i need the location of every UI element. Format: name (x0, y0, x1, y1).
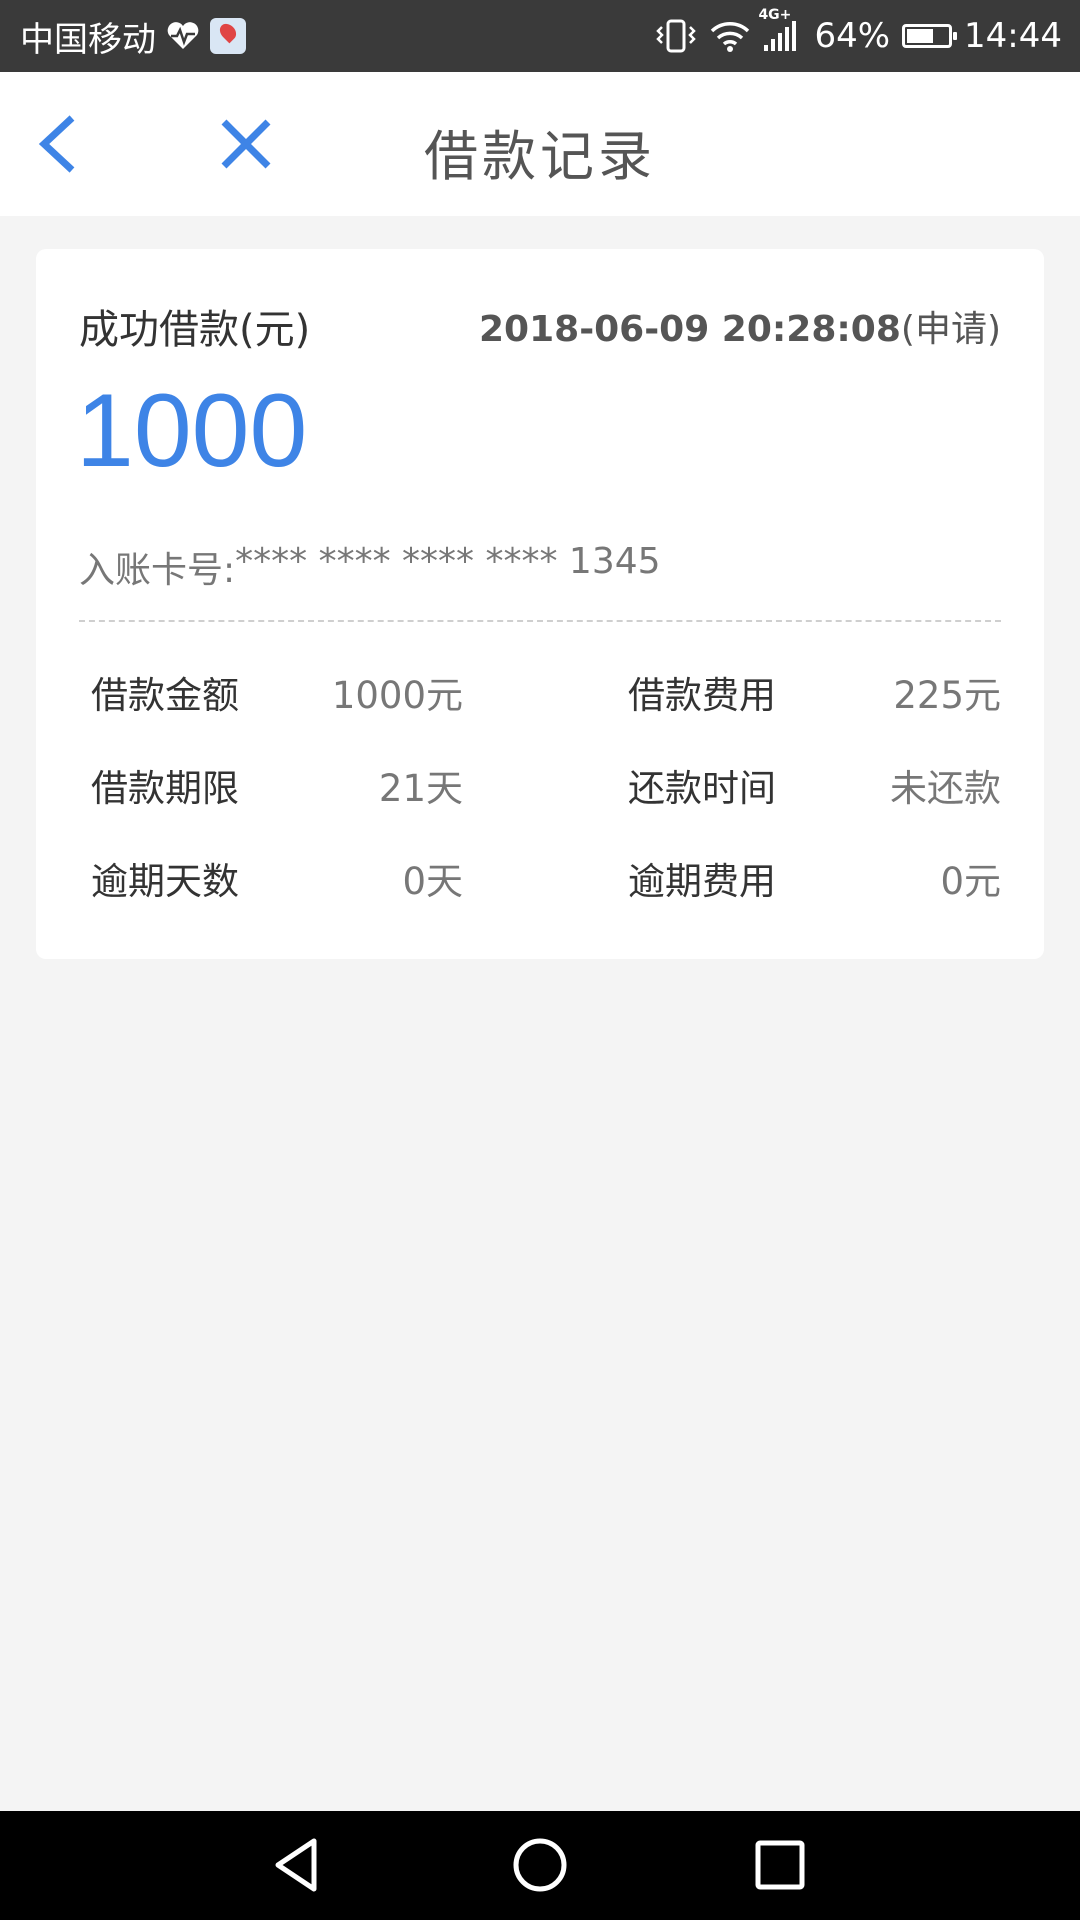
loan-record-card[interactable]: 成功借款(元) 2018-06-09 20:28:08(申请) 1000 入账卡… (36, 249, 1044, 959)
network-badge: 4G+ (758, 7, 792, 23)
detail-label: 还款时间 (628, 767, 776, 810)
wifi-icon (710, 19, 750, 53)
detail-value: 1000元 (331, 674, 463, 717)
detail-item-loan-term: 借款期限 21天 (91, 758, 463, 812)
account-label: 入账卡号: (79, 550, 236, 591)
detail-value: 0元 (940, 860, 1001, 903)
status-bar-left: 中国移动 (20, 12, 246, 61)
system-back-button[interactable] (268, 1833, 332, 1897)
detail-item-loan-fee: 借款费用 225元 (628, 665, 1001, 719)
detail-label: 逾期天数 (91, 860, 239, 903)
loan-details: 借款金额 1000元 借款费用 225元 借款期限 21天 还款时间 未还款 逾… (91, 665, 1001, 944)
heart-rate-icon (166, 21, 200, 51)
loan-datetime: 2018-06-09 20:28:08 (479, 309, 901, 350)
recents-square-icon (755, 1840, 805, 1890)
detail-value: 225元 (893, 674, 1001, 717)
detail-row: 借款期限 21天 还款时间 未还款 (91, 758, 1001, 851)
carrier-name: 中国移动 (20, 19, 156, 60)
battery-icon (902, 24, 958, 48)
battery-level-fill (907, 29, 934, 43)
detail-label: 借款金额 (91, 674, 239, 717)
loan-status-label: 成功借款(元) (79, 307, 311, 353)
detail-item-overdue-fee: 逾期费用 0元 (628, 851, 1001, 905)
detail-row: 借款金额 1000元 借款费用 225元 (91, 665, 1001, 758)
status-bar: 中国移动 4G+ 64% 14:44 (0, 0, 1080, 72)
loan-date: 2018-06-09 20:28:08(申请) (479, 300, 1001, 352)
detail-value: 未还款 (890, 767, 1001, 810)
detail-label: 借款期限 (91, 767, 239, 810)
map-app-icon (210, 18, 246, 54)
detail-item-loan-amount: 借款金额 1000元 (91, 665, 463, 719)
detail-value: 21天 (378, 767, 463, 810)
dashed-divider (79, 620, 1001, 622)
system-nav-bar (0, 1811, 1080, 1920)
screen: 中国移动 4G+ 64% 14:44 借款记录 成功借款(元) 2018-06-… (0, 0, 1080, 1920)
signal-icon: 4G+ (758, 7, 802, 53)
home-circle-icon (513, 1838, 567, 1892)
clock: 14:44 (964, 16, 1062, 56)
loan-amount: 1000 (76, 373, 308, 489)
detail-item-repayment-time: 还款时间 未还款 (628, 758, 1001, 812)
detail-row: 逾期天数 0天 逾期费用 0元 (91, 851, 1001, 944)
system-home-button[interactable] (508, 1833, 572, 1897)
nav-bar: 借款记录 (0, 72, 1080, 216)
battery-percent: 64% (814, 16, 891, 56)
vibrate-icon (654, 18, 698, 54)
detail-value: 0天 (402, 860, 463, 903)
back-triangle-icon (275, 1838, 317, 1892)
account-info: 入账卡号: **** **** **** **** 1345 (79, 541, 661, 593)
detail-item-overdue-days: 逾期天数 0天 (91, 851, 463, 905)
detail-label: 逾期费用 (628, 860, 776, 903)
detail-label: 借款费用 (628, 674, 776, 717)
system-recents-button[interactable] (748, 1833, 812, 1897)
loan-datetime-suffix: (申请) (900, 309, 1001, 350)
page-title: 借款记录 (424, 125, 656, 188)
status-bar-right: 4G+ 64% 14:44 (654, 7, 1062, 56)
card-header: 成功借款(元) 2018-06-09 20:28:08(申请) (79, 297, 1001, 355)
account-number: **** **** **** **** 1345 (235, 541, 661, 582)
